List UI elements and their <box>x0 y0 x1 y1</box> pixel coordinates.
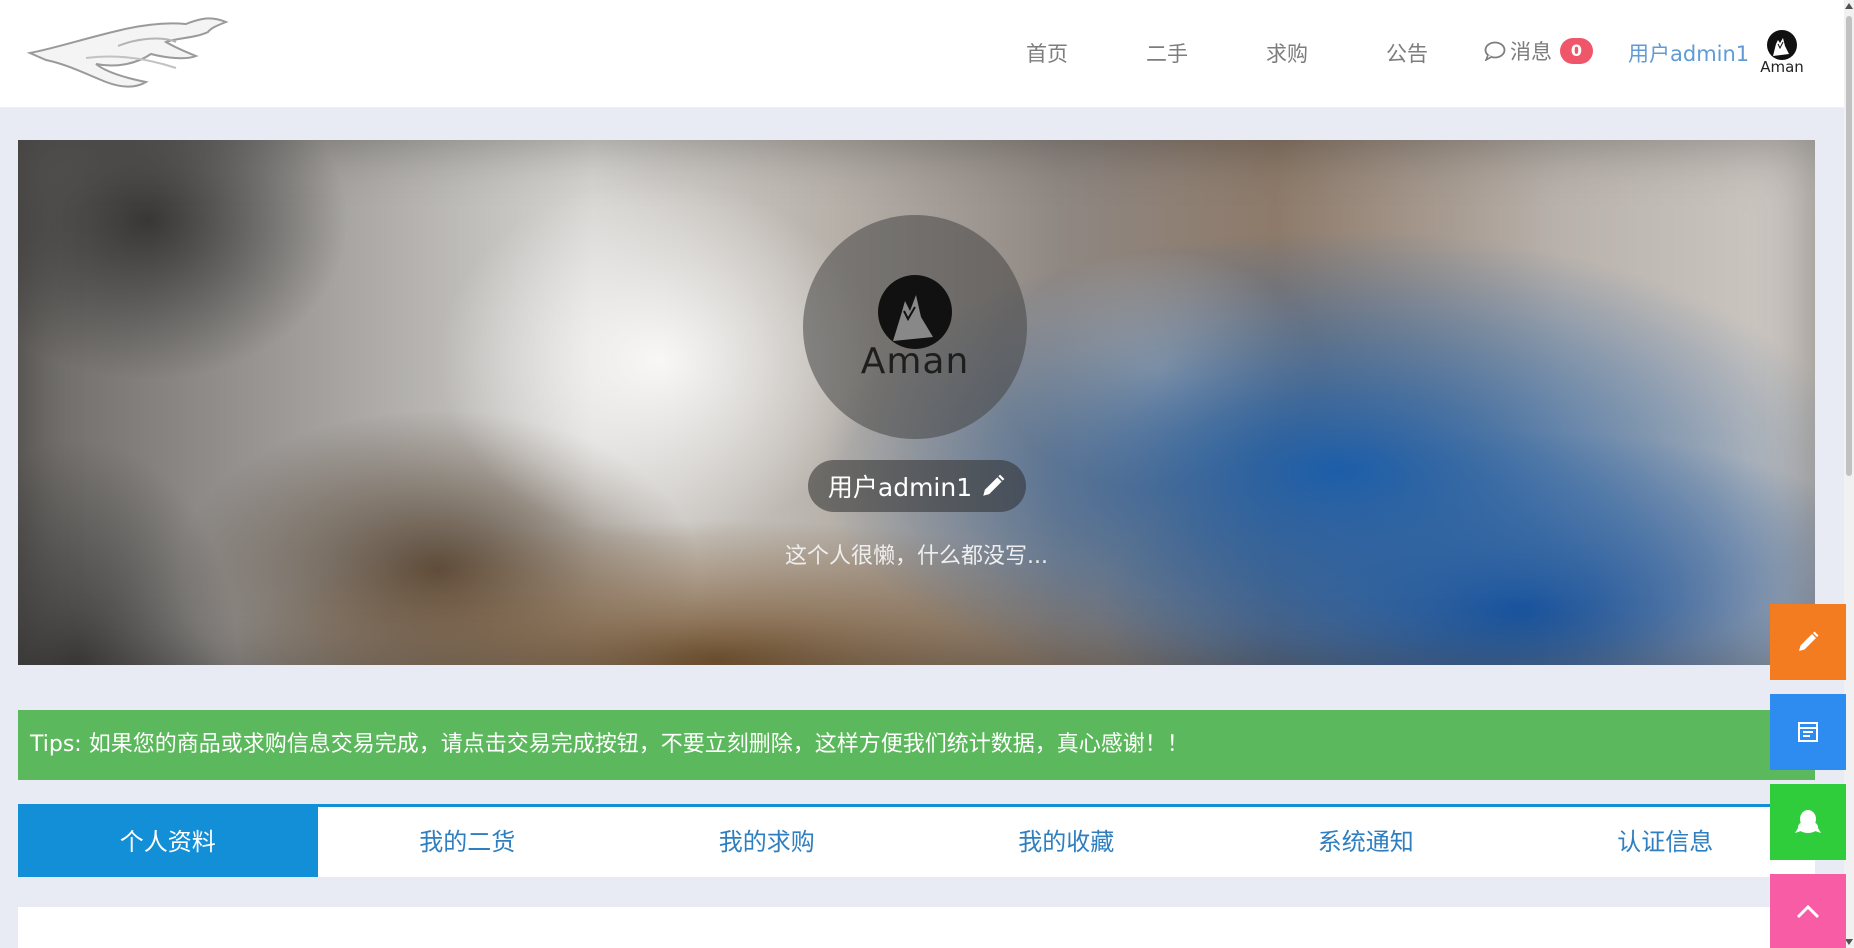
chat-bubble-icon <box>1484 41 1506 61</box>
tab-profile[interactable]: 个人资料 <box>18 807 318 877</box>
messages-count-badge: 0 <box>1560 38 1593 64</box>
back-to-top-button[interactable] <box>1770 874 1846 948</box>
note-icon <box>1798 722 1818 742</box>
site-logo[interactable] <box>26 8 248 94</box>
scrollbar-thumb[interactable] <box>1846 16 1852 476</box>
nav-home[interactable]: 首页 <box>1026 38 1068 68</box>
profile-username: 用户admin1 <box>827 473 973 502</box>
float-edit-button[interactable] <box>1770 604 1846 680</box>
pencil-icon[interactable] <box>980 473 1006 499</box>
scroll-down-arrow-icon[interactable] <box>1845 939 1853 945</box>
nav-wanted[interactable]: 求购 <box>1266 38 1308 68</box>
profile-signature: 这个人很懒，什么都没写... <box>785 544 1048 569</box>
profile-avatar-caption: Aman <box>860 341 970 382</box>
tab-my-favorites[interactable]: 我的收藏 <box>917 807 1217 877</box>
profile-tabs: 个人资料 我的二货 我的求购 我的收藏 系统通知 认证信息 <box>18 804 1815 877</box>
header-avatar-caption: Aman <box>1760 58 1804 76</box>
greyhound-logo-icon <box>26 17 229 88</box>
messages-label: 消息 <box>1510 40 1552 64</box>
tips-alert: Tips: 如果您的商品或求购信息交易完成，请点击交易完成按钮，不要立刻删除，这… <box>18 710 1815 780</box>
nav-user-link[interactable]: 用户admin1 <box>1628 38 1749 68</box>
wolf-avatar-icon <box>878 275 952 349</box>
tab-content-panel <box>18 907 1815 948</box>
float-qq-button[interactable] <box>1770 784 1846 860</box>
header-avatar[interactable]: Aman <box>1756 28 1808 78</box>
qq-penguin-icon <box>1795 810 1821 833</box>
pencil-icon <box>1799 631 1819 651</box>
tab-my-wanted[interactable]: 我的求购 <box>617 807 917 877</box>
nav-messages[interactable]: 消息 0 <box>1484 36 1593 66</box>
tab-my-goods[interactable]: 我的二货 <box>318 807 618 877</box>
chevron-up-icon <box>1796 904 1820 919</box>
top-navbar: 首页 二手 求购 公告 消息 0 用户admin1 Aman <box>0 0 1844 108</box>
nav-second-hand[interactable]: 二手 <box>1146 38 1188 68</box>
profile-banner: Aman 用户admin1 这个人很懒，什么都没写... <box>18 140 1815 665</box>
profile-avatar[interactable]: Aman <box>803 215 1027 439</box>
username-pill[interactable]: 用户admin1 <box>808 460 1026 512</box>
float-note-button[interactable] <box>1770 694 1846 770</box>
nav-announcements[interactable]: 公告 <box>1386 38 1428 68</box>
tab-system-notices[interactable]: 系统通知 <box>1216 807 1516 877</box>
scroll-up-arrow-icon[interactable] <box>1845 3 1853 9</box>
